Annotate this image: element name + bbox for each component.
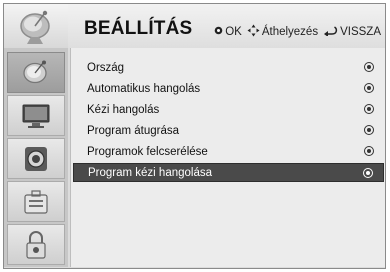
enter-icon — [364, 104, 374, 114]
lock-icon — [26, 230, 46, 259]
enter-icon — [363, 168, 373, 178]
enter-icon — [364, 125, 374, 135]
menu-item-auto-tuning[interactable]: Automatikus hangolás — [73, 79, 384, 98]
navigate-arrows-icon — [247, 24, 260, 40]
satellite-dish-icon — [23, 60, 47, 83]
menu-item-label: Automatikus hangolás — [87, 82, 201, 95]
menu-item-program-skip[interactable]: Program átugrása — [73, 121, 384, 140]
menu-item-program-fine-tuning[interactable]: Program kézi hangolása — [73, 163, 384, 182]
header-icon-tile — [4, 4, 68, 48]
sidebar-item-options[interactable] — [7, 181, 65, 222]
menu-item-label: Program kézi hangolása — [88, 166, 213, 179]
sidebar-item-audio[interactable] — [7, 138, 65, 179]
sidebar-item-picture[interactable] — [7, 95, 65, 136]
key-hints: OK Áthelyezés VISSZA — [214, 24, 381, 40]
hint-back-label: VISSZA — [340, 26, 381, 38]
ok-button-icon — [214, 26, 223, 38]
header-bar: BEÁLLÍTÁS OK Áthelyezés VISSZA — [4, 4, 385, 48]
menu-item-label: Program átugrása — [87, 124, 180, 137]
hint-ok-label: OK — [225, 26, 242, 38]
satellite-dish-icon — [20, 10, 50, 44]
sidebar-item-setup[interactable] — [7, 52, 65, 93]
menu-item-label: Programok felcserélése — [87, 145, 208, 158]
page-title: BEÁLLÍTÁS — [84, 18, 193, 39]
sidebar-item-lock[interactable] — [7, 224, 65, 265]
back-icon — [323, 25, 338, 39]
menu-item-country[interactable]: Ország — [73, 58, 384, 77]
settings-menu-panel: Ország Automatikus hangolás Kézi hangolá… — [70, 48, 385, 267]
enter-icon — [364, 83, 374, 93]
menu-item-label: Ország — [87, 61, 125, 74]
hint-move-label: Áthelyezés — [261, 26, 319, 38]
osd-window: BEÁLLÍTÁS OK Áthelyezés VISSZA Ország Au… — [3, 3, 386, 269]
menu-item-program-swap[interactable]: Programok felcserélése — [73, 142, 384, 161]
tv-screen-icon — [22, 104, 50, 128]
toolbox-icon — [24, 189, 48, 214]
menu-item-manual-tuning[interactable]: Kézi hangolás — [73, 100, 384, 119]
menu-item-label: Kézi hangolás — [87, 103, 160, 116]
category-sidebar — [4, 48, 68, 267]
speaker-icon — [25, 146, 47, 171]
enter-icon — [364, 146, 374, 156]
enter-icon — [364, 62, 374, 72]
